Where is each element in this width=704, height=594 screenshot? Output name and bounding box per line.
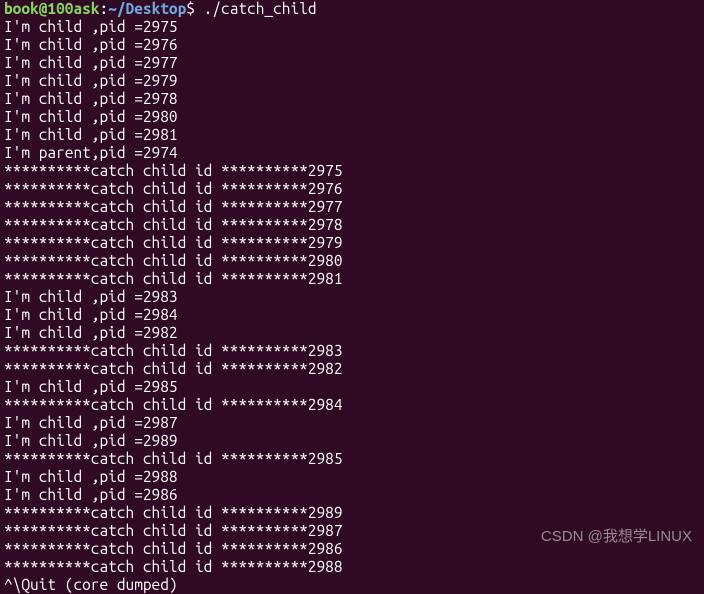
output-line: **********catch child id **********2981: [4, 270, 700, 288]
terminal-output: I'm child ,pid =2975I'm child ,pid =2976…: [4, 18, 700, 594]
output-line: I'm child ,pid =2979: [4, 72, 700, 90]
prompt-line: book@100ask:~/Desktop$ ./catch_child: [4, 0, 700, 18]
output-line: I'm child ,pid =2983: [4, 288, 700, 306]
user-host: book@100ask: [4, 0, 99, 17]
output-line: I'm child ,pid =2987: [4, 414, 700, 432]
output-line: I'm child ,pid =2988: [4, 468, 700, 486]
prompt-path: ~/Desktop: [108, 0, 186, 17]
output-line: I'm child ,pid =2977: [4, 54, 700, 72]
output-line: **********catch child id **********2987: [4, 522, 700, 540]
output-line: I'm child ,pid =2978: [4, 90, 700, 108]
output-line: I'm child ,pid =2981: [4, 126, 700, 144]
output-line: **********catch child id **********2979: [4, 234, 700, 252]
output-line: **********catch child id **********2976: [4, 180, 700, 198]
output-line: **********catch child id **********2978: [4, 216, 700, 234]
output-line: I'm child ,pid =2985: [4, 378, 700, 396]
output-line: **********catch child id **********2986: [4, 540, 700, 558]
output-line: I'm child ,pid =2975: [4, 18, 700, 36]
output-line: **********catch child id **********2982: [4, 360, 700, 378]
output-line: **********catch child id **********2985: [4, 450, 700, 468]
output-line: **********catch child id **********2975: [4, 162, 700, 180]
prompt-command: ./catch_child: [204, 0, 317, 17]
output-line: **********catch child id **********2977: [4, 198, 700, 216]
output-line: **********catch child id **********2989: [4, 504, 700, 522]
output-line: **********catch child id **********2984: [4, 396, 700, 414]
output-line: I'm parent,pid =2974: [4, 144, 700, 162]
output-line: I'm child ,pid =2980: [4, 108, 700, 126]
output-line: **********catch child id **********2988: [4, 558, 700, 576]
output-line: I'm child ,pid =2989: [4, 432, 700, 450]
prompt-dollar: $: [186, 0, 195, 17]
output-line: I'm child ,pid =2986: [4, 486, 700, 504]
output-line: I'm child ,pid =2984: [4, 306, 700, 324]
prompt-colon: :: [99, 0, 108, 17]
output-line: **********catch child id **********2983: [4, 342, 700, 360]
output-line: **********catch child id **********2980: [4, 252, 700, 270]
output-line: ^\Quit (core dumped): [4, 576, 700, 594]
output-line: I'm child ,pid =2982: [4, 324, 700, 342]
output-line: I'm child ,pid =2976: [4, 36, 700, 54]
